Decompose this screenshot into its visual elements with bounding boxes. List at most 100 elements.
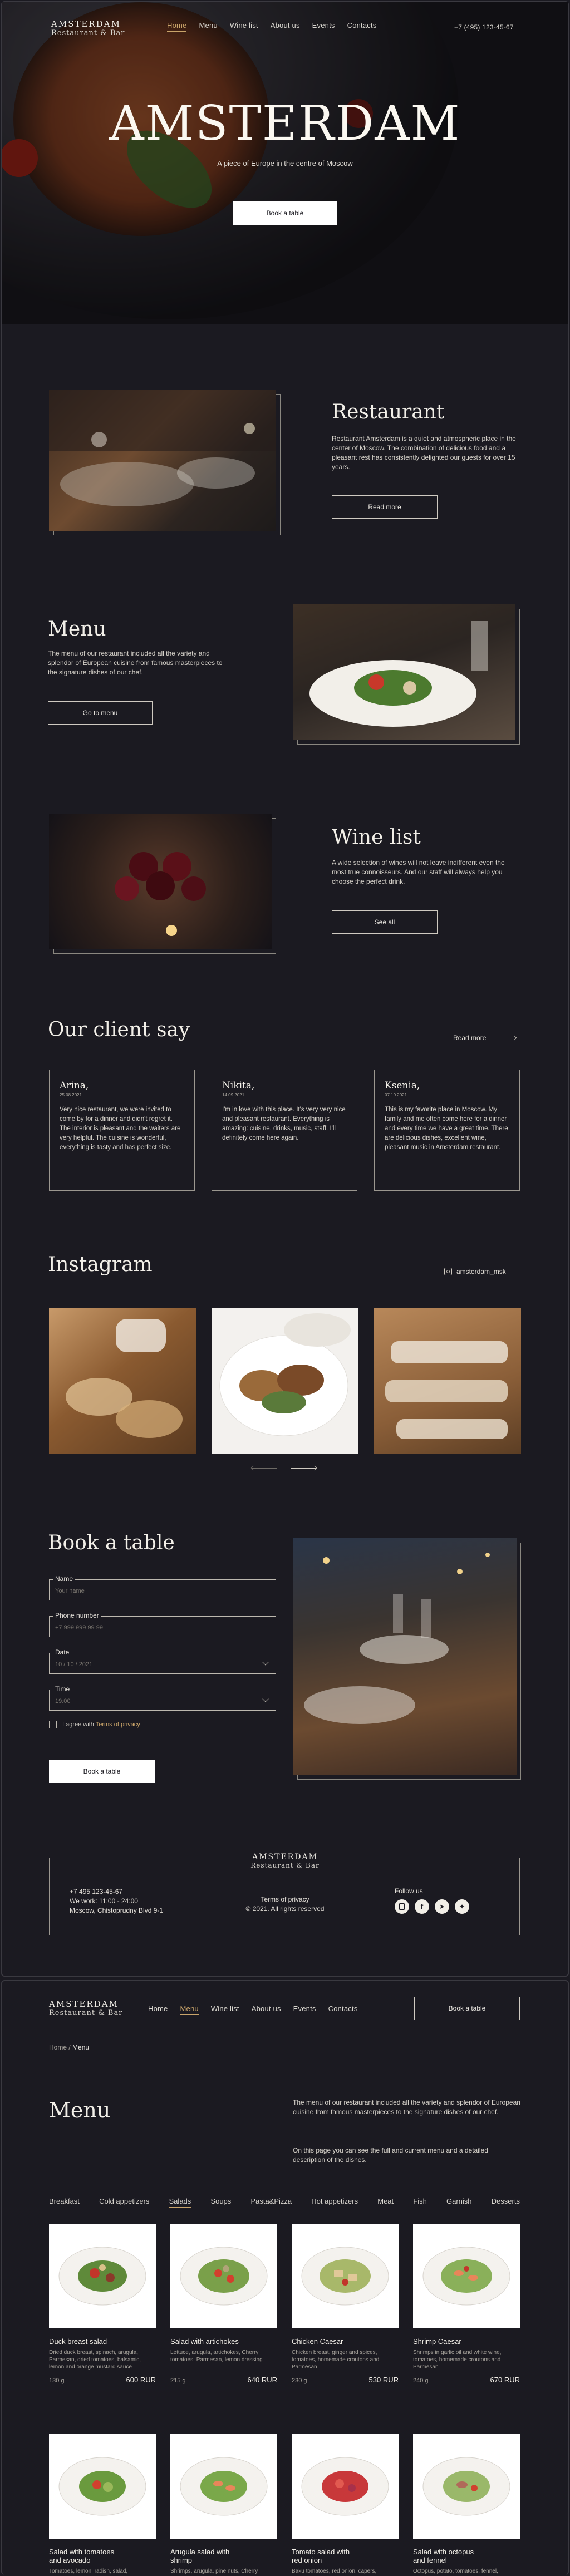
review-card: Arina, 25.08.2021 Very nice restaurant, …	[49, 1070, 195, 1191]
instagram-icon[interactable]	[395, 1899, 409, 1914]
tab-pasta-pizza[interactable]: Pasta&Pizza	[250, 2197, 292, 2208]
reviews-read-more-link[interactable]: Read more	[453, 1034, 517, 1042]
review-date: 25.08.2021	[60, 1092, 82, 1097]
arrow-left-icon[interactable]	[250, 1465, 277, 1471]
booking-submit-button[interactable]: Book a table	[49, 1760, 155, 1783]
dish-image	[170, 2224, 277, 2328]
privacy-agreement: I agree with Terms of privacy	[49, 1721, 140, 1728]
instagram-post-drawing	[66, 1319, 183, 1438]
tab-meat[interactable]: Meat	[377, 2197, 394, 2208]
hero-title: AMSTERDAM	[109, 96, 461, 151]
instagram-icon	[444, 1268, 452, 1275]
dish-card[interactable]: Tomato salad with red onion Baku tomatoe…	[292, 2434, 399, 2575]
phone-field[interactable]: Phone number +7 999 999 99 99	[49, 1612, 276, 1637]
chevron-down-icon[interactable]	[262, 1696, 269, 1702]
restaurant-title: Restaurant	[332, 401, 445, 423]
tab-fish[interactable]: Fish	[413, 2197, 427, 2208]
dish-card[interactable]: Salad with tomatoes and avocado Tomatoes…	[49, 2434, 156, 2575]
dish-description: Dried duck breast, spinach, arugula, Par…	[49, 2350, 141, 2370]
dish-card[interactable]: Salad with octopus and fennel Octopus, p…	[413, 2434, 520, 2575]
footer-logo-title: AMSTERDAM	[252, 1853, 318, 1861]
restaurant-read-more-button[interactable]: Read more	[332, 495, 438, 519]
tab-salads[interactable]: Salads	[169, 2197, 191, 2208]
dish-plate-drawing	[422, 2457, 510, 2516]
nav-menu[interactable]: Menu	[199, 21, 217, 32]
logo[interactable]: AMSTERDAM Restaurant & Bar	[51, 19, 125, 37]
tab-hot-appetizers[interactable]: Hot appetizers	[311, 2197, 358, 2208]
logo-title: AMSTERDAM	[49, 1999, 119, 2009]
nav-home[interactable]: Home	[148, 2004, 168, 2015]
hero-book-table-button[interactable]: Book a table	[233, 201, 337, 225]
instagram-post-drawing	[385, 1341, 508, 1439]
nav-about-us[interactable]: About us	[271, 21, 300, 32]
facebook-icon[interactable]: f	[415, 1899, 429, 1914]
name-field[interactable]: Name Your name	[49, 1575, 276, 1600]
arrow-right-icon[interactable]	[291, 1465, 317, 1471]
wine-see-all-button[interactable]: See all	[332, 910, 438, 934]
footer: AMSTERDAM Restaurant & Bar +7 495 123-45…	[49, 1853, 520, 1935]
tab-breakfast[interactable]: Breakfast	[49, 2197, 80, 2208]
carousel-nav	[250, 1465, 317, 1471]
page: AMSTERDAM Restaurant & Bar Home Menu Win…	[0, 0, 570, 2576]
nav-wine-list[interactable]: Wine list	[230, 21, 258, 32]
chevron-down-icon[interactable]	[262, 1659, 269, 1666]
telegram-icon[interactable]: ➤	[435, 1899, 449, 1914]
nav-contacts[interactable]: Contacts	[347, 21, 377, 32]
dish-card[interactable]: Arugula salad with shrimp Shrimps, arugu…	[170, 2434, 277, 2575]
tab-desserts[interactable]: Desserts	[492, 2197, 520, 2208]
footer-phone[interactable]: +7 495 123-45-67	[70, 1887, 163, 1897]
go-to-menu-button[interactable]: Go to menu	[48, 701, 153, 725]
date-field-placeholder: 10 / 10 / 2021	[55, 1661, 93, 1668]
nav-about-us[interactable]: About us	[252, 2004, 281, 2015]
menu-page-intro-2: On this page you can see the full and cu…	[293, 2146, 488, 2164]
nav-wine-list[interactable]: Wine list	[211, 2004, 239, 2015]
tab-cold-appetizers[interactable]: Cold appetizers	[99, 2197, 149, 2208]
dish-weight: 230 g	[292, 2377, 307, 2384]
instagram-post[interactable]	[212, 1308, 358, 1454]
tab-soups[interactable]: Soups	[210, 2197, 231, 2208]
dish-card[interactable]: Duck breast salad Dried duck breast, spi…	[49, 2224, 156, 2384]
nav-events[interactable]: Events	[293, 2004, 316, 2015]
dish-image	[292, 2224, 399, 2328]
tab-garnish[interactable]: Garnish	[446, 2197, 472, 2208]
twitter-icon[interactable]: ✦	[455, 1899, 469, 1914]
menu-page-logo[interactable]: AMSTERDAM Restaurant & Bar	[49, 1999, 122, 2017]
wine-text: A wide selection of wines will not leave…	[332, 859, 505, 885]
dish-description: Octopus, potato, tomatoes, fennel,	[413, 2568, 498, 2574]
logo-subtitle: Restaurant & Bar	[51, 29, 125, 37]
nav-contacts[interactable]: Contacts	[328, 2004, 358, 2015]
breadcrumb-home[interactable]: Home	[49, 2043, 67, 2051]
dish-card[interactable]: Chicken Caesar Chicken breast, ginger an…	[292, 2224, 399, 2384]
header-phone[interactable]: +7 (495) 123-45-67	[454, 23, 514, 31]
dish-name: Arugula salad with shrimp	[170, 2548, 230, 2564]
phone-field-label: Phone number	[53, 1612, 101, 1619]
dish-description: Baku tomatoes, red onion, capers,	[292, 2568, 377, 2574]
nav-home[interactable]: Home	[167, 21, 187, 32]
privacy-link[interactable]: Terms of privacy	[96, 1721, 140, 1728]
restaurant-image	[49, 390, 276, 531]
instagram-post[interactable]	[49, 1308, 196, 1454]
dish-name: Salad with tomatoes and avocado	[49, 2548, 115, 2564]
dish-card[interactable]: Salad with artichokes Lettuce, arugula, …	[170, 2224, 277, 2384]
time-field[interactable]: Time 19:00	[49, 1685, 276, 1711]
dish-card[interactable]: Shrimp Caesar Shrimps in garlic oil and …	[413, 2224, 520, 2384]
menu-page-book-table-button[interactable]: Book a table	[414, 1997, 520, 2020]
instagram-handle-link[interactable]: amsterdam_msk	[444, 1268, 506, 1275]
hero-section: AMSTERDAM Restaurant & Bar Home Menu Win…	[2, 2, 568, 324]
nav-events[interactable]: Events	[312, 21, 335, 32]
menu-page-intro-1: The menu of our restaurant included all …	[293, 2099, 520, 2116]
dish-plate-drawing	[301, 2457, 389, 2516]
nav-menu[interactable]: Menu	[180, 2004, 199, 2015]
review-text: This is my favorite place in Moscow. My …	[385, 1106, 508, 1151]
footer-social: Follow us f ➤ ✦	[395, 1887, 469, 1914]
review-date: 14.09.2021	[222, 1092, 245, 1097]
footer-terms-link[interactable]: Terms of privacy	[228, 1895, 342, 1904]
footer-logo[interactable]: AMSTERDAM Restaurant & Bar	[239, 1853, 331, 1869]
privacy-checkbox[interactable]	[49, 1721, 57, 1728]
dish-image	[170, 2434, 277, 2539]
instagram-post[interactable]	[374, 1308, 521, 1454]
dish-image	[413, 2224, 520, 2328]
instagram-handle: amsterdam_msk	[456, 1268, 506, 1275]
dish-name: Shrimp Caesar	[413, 2337, 461, 2346]
date-field[interactable]: Date 10 / 10 / 2021	[49, 1648, 276, 1674]
